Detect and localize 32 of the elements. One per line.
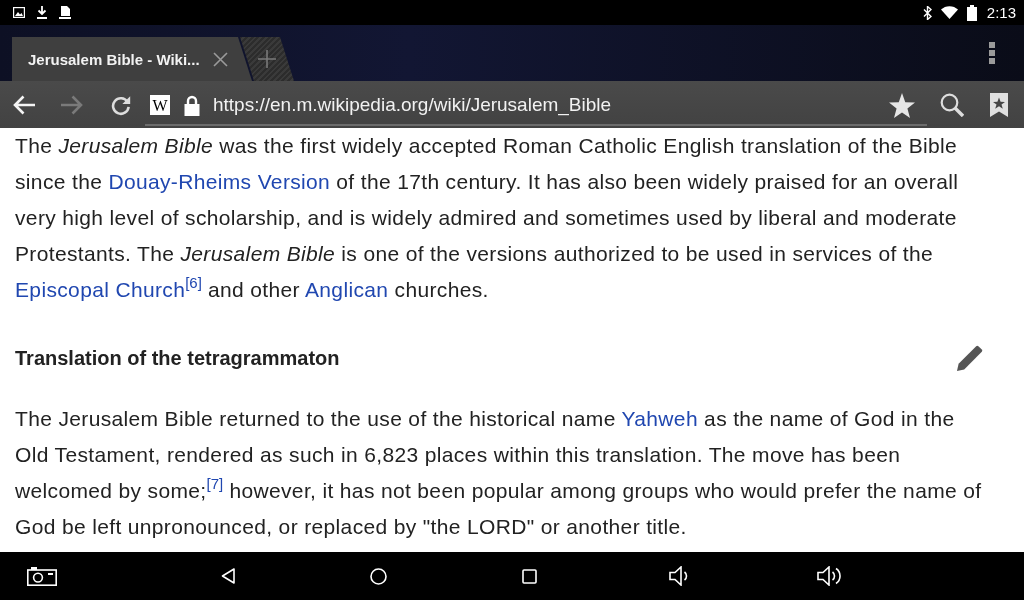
citation-link[interactable]: [6] — [185, 274, 202, 291]
article-paragraph: The Jerusalem Bible was the first widely accepted Roman Catholic English translation of the Bible since the Douay-Rheims Version of the 17th century. It has also been widely praised for an overall very high level of scholarship, and is widely admired and sometimes used by liberal and moderate Protestants. The Jerusalem Bible is one of the versions authorized to be used in services of the Episcopal Church$^{[6]}$ and other Anglican churches. — [15, 133, 960, 303]
camera-icon[interactable] — [27, 566, 57, 586]
url-text: https://en.m.wikipedia.org/wiki/Jerusalem_Bible — [213, 94, 613, 116]
plus-icon — [258, 50, 276, 68]
download-icon — [37, 6, 47, 19]
article-link[interactable]: Anglican — [305, 278, 389, 301]
wifi-icon — [940, 6, 958, 19]
home-circle-icon[interactable] — [370, 567, 387, 585]
document-icon — [59, 6, 71, 19]
article-link[interactable]: Douay-Rheims Version — [108, 170, 331, 193]
image-icon — [13, 7, 25, 18]
article-link[interactable]: Episcopal Church — [15, 278, 186, 301]
recents-square-icon[interactable] — [522, 568, 537, 584]
citation-link[interactable]: [7] — [206, 475, 224, 492]
menu-icon[interactable] — [989, 42, 995, 64]
battery-icon — [966, 4, 977, 21]
site-icon: W — [150, 95, 170, 115]
back-triangle-icon[interactable] — [221, 568, 235, 584]
lock-icon — [184, 94, 200, 116]
star-icon[interactable] — [889, 92, 915, 118]
close-icon[interactable] — [213, 51, 228, 67]
section-heading: Translation of the tetragrammaton — [15, 346, 340, 370]
search-icon[interactable] — [940, 92, 964, 117]
status-time: 2:13 — [986, 4, 1016, 21]
article-paragraph: The Jerusalem Bible returned to the use of the historical name Yahweh as the name of God in the Old Testament, rendered as such in 6,823 places within this translation. The move has been welcomed by some;$^{[7]}$ however, it has not been popular among groups who would prefer the name of God be left unpronounced, or replaced by "the LORD" or another title. — [15, 406, 983, 540]
article-link[interactable]: Yahweh — [621, 407, 698, 430]
bluetooth-icon — [922, 5, 932, 20]
pencil-icon[interactable] — [957, 345, 983, 371]
volume-up-icon[interactable] — [817, 566, 843, 586]
bookmark-icon[interactable] — [990, 92, 1008, 117]
browser-tab[interactable]: Jerusalem Bible - Wiki... — [12, 37, 252, 81]
